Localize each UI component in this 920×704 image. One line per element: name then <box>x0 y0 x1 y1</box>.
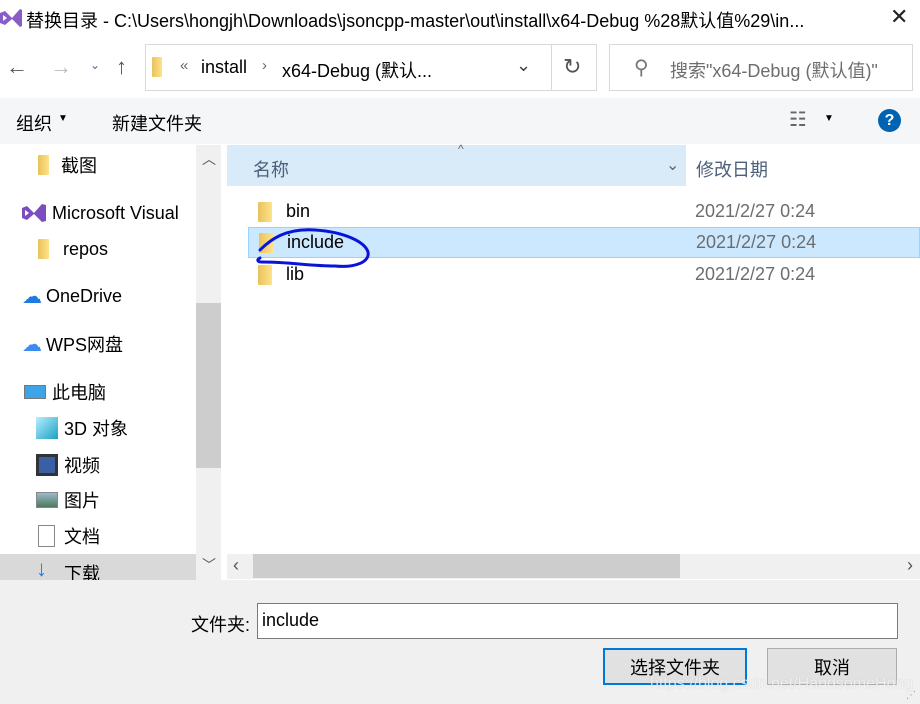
back-arrow-icon[interactable]: ← <box>6 54 28 80</box>
hand-drawn-annotation-circle <box>256 228 370 268</box>
sidebar-item-documents[interactable]: 文档 <box>38 523 100 549</box>
sidebar-item-wps-cloud[interactable]: ☁ WPS网盘 <box>22 331 123 357</box>
breadcrumb-current[interactable]: x64-Debug (默认... <box>282 57 432 83</box>
view-options-icon[interactable]: ☷ <box>789 107 807 132</box>
folder-icon <box>38 155 49 175</box>
breadcrumb-install[interactable]: install <box>201 57 247 78</box>
organize-dropdown-icon[interactable]: ▼ <box>58 113 68 124</box>
toolbar: 组织 ▼ 新建文件夹 ☷ ▼ ? <box>0 98 920 144</box>
onedrive-icon: ☁ <box>22 285 42 308</box>
folder-icon <box>258 201 272 222</box>
dialog-footer: 文件夹: include 选择文件夹 取消 https://blog.csdn.… <box>0 580 920 704</box>
navigation-pane: 截图 Microsoft Visual repos ☁ OneDrive ☁ WPS… <box>0 145 196 580</box>
breadcrumb-overflow[interactable]: « <box>180 57 188 74</box>
help-icon[interactable]: ? <box>878 109 901 132</box>
download-icon: ↓ <box>36 556 47 580</box>
sidebar-item-label: OneDrive <box>46 285 123 306</box>
sidebar-item-visual-studio[interactable]: Microsoft Visual <box>22 200 179 226</box>
search-icon: ⚲ <box>634 57 649 79</box>
new-folder-button[interactable]: 新建文件夹 <box>112 110 202 136</box>
breadcrumb-separator-icon: › <box>262 57 267 74</box>
recent-locations-chevron-icon[interactable]: ⌄ <box>90 58 100 72</box>
scroll-left-icon[interactable]: ‹ <box>233 555 239 576</box>
title-bar: 替换目录 - C:\Users\hongjh\Downloads\jsoncpp… <box>0 0 920 36</box>
sidebar-item-label: WPS网盘 <box>46 335 124 355</box>
sidebar-item-label: 下载 <box>64 564 100 580</box>
column-name[interactable]: 名称 <box>253 156 289 182</box>
divider <box>551 45 552 90</box>
sidebar-item-onedrive[interactable]: ☁ OneDrive <box>22 283 122 309</box>
sidebar-item-label: Microsoft Visual <box>52 202 179 223</box>
organize-button[interactable]: 组织 <box>16 110 52 136</box>
scrollbar-thumb[interactable] <box>196 303 221 468</box>
3d-objects-icon <box>36 417 58 439</box>
column-dropdown-icon[interactable]: ⌄ <box>666 155 679 175</box>
sidebar-scrollbar[interactable]: ︿ ﹀ <box>196 145 221 580</box>
video-icon <box>36 454 58 476</box>
refresh-icon[interactable]: ↻ <box>563 54 581 80</box>
pictures-icon <box>36 492 58 508</box>
folder-name-value: include <box>262 610 320 630</box>
column-date-modified[interactable]: 修改日期 <box>696 156 768 182</box>
sidebar-item-3d-objects[interactable]: 3D 对象 <box>36 415 128 441</box>
file-date: 2021/2/27 0:24 <box>696 232 817 252</box>
folder-icon <box>152 57 162 77</box>
watermark: https://blog.csdn.net/HandsomeHong <box>650 675 914 692</box>
sidebar-item-downloads[interactable]: ↓ 下载 <box>0 554 196 580</box>
sort-ascending-icon: ^ <box>458 142 464 156</box>
sidebar-item-label: 视频 <box>64 456 100 476</box>
sidebar-item-label: 截图 <box>61 156 97 176</box>
view-dropdown-icon[interactable]: ▼ <box>824 113 834 124</box>
sidebar-item-videos[interactable]: 视频 <box>36 452 100 478</box>
sidebar-item-label: 此电脑 <box>52 383 106 403</box>
sidebar-item-repos[interactable]: repos <box>38 236 108 262</box>
sidebar-item-label: repos <box>63 238 109 259</box>
folder-icon <box>38 239 49 259</box>
visual-studio-icon <box>0 9 22 27</box>
forward-arrow-icon[interactable]: → <box>50 54 72 80</box>
search-placeholder: 搜索"x64-Debug (默认值)" <box>670 61 878 81</box>
address-dropdown-icon[interactable]: ⌄ <box>516 55 531 76</box>
scroll-up-icon[interactable]: ︿ <box>202 149 216 169</box>
resize-grip-icon[interactable]: ⋰ <box>906 690 916 701</box>
sidebar-item-screenshots[interactable]: 截图 <box>38 152 97 178</box>
column-header: 名称 ^ ⌄ 修改日期 <box>227 142 920 186</box>
sidebar-item-label: 文档 <box>64 527 100 547</box>
file-date: 2021/2/27 0:24 <box>695 201 816 221</box>
scroll-down-icon[interactable]: ﹀ <box>202 555 216 575</box>
window-title: 替换目录 - C:\Users\hongjh\Downloads\jsoncpp… <box>26 11 805 31</box>
close-icon[interactable]: ✕ <box>890 4 908 30</box>
documents-icon <box>38 525 55 547</box>
folder-label: 文件夹: <box>191 615 251 635</box>
wps-cloud-icon: ☁ <box>22 333 42 356</box>
up-arrow-icon[interactable]: ↑ <box>116 54 127 80</box>
scrollbar-thumb[interactable] <box>253 554 680 578</box>
search-input[interactable]: ⚲ 搜索"x64-Debug (默认值)" <box>609 44 913 91</box>
computer-icon <box>24 385 46 399</box>
sidebar-item-this-pc[interactable]: 此电脑 <box>24 379 106 405</box>
sidebar-item-pictures[interactable]: 图片 <box>36 487 100 513</box>
sidebar-item-label: 3D 对象 <box>64 419 129 439</box>
visual-studio-icon <box>22 204 46 222</box>
file-date: 2021/2/27 0:24 <box>695 264 816 284</box>
folder-name-input[interactable]: include <box>257 603 898 639</box>
list-horizontal-scrollbar[interactable]: ‹ › <box>227 554 920 579</box>
scroll-right-icon[interactable]: › <box>907 555 913 576</box>
sidebar-item-label: 图片 <box>64 491 100 511</box>
address-bar[interactable]: « install › x64-Debug (默认... ⌄ ↻ <box>145 44 597 91</box>
file-name: bin <box>286 201 311 221</box>
